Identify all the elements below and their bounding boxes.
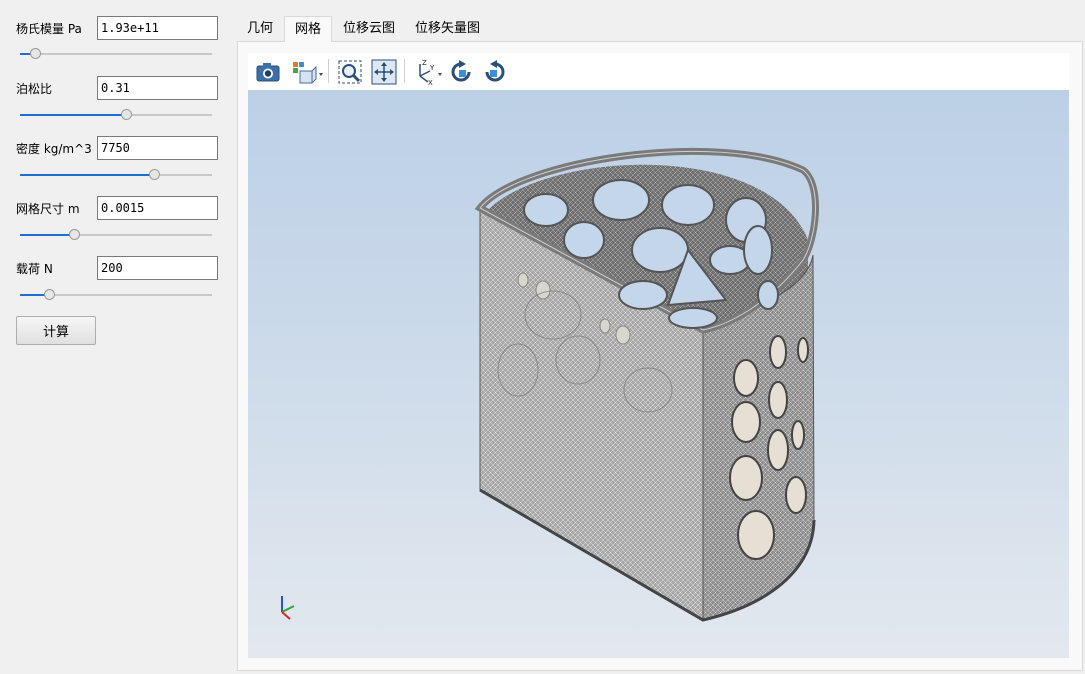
slider-handle[interactable] <box>68 229 80 240</box>
zoom-box-icon[interactable] <box>336 58 364 86</box>
viewer-toolbar: Z Y X <box>248 53 1069 90</box>
density-slider[interactable] <box>20 168 212 182</box>
svg-text:X: X <box>428 79 433 86</box>
slider-handle[interactable] <box>43 289 55 300</box>
param-row-mesh-size: 网格尺寸 m 0.0015 <box>16 196 218 222</box>
rotate-cw-icon[interactable] <box>447 58 475 86</box>
tab-displacement-vector[interactable]: 位移矢量图 <box>405 16 490 41</box>
tab-geometry[interactable]: 几何 <box>237 16 283 41</box>
density-label: 密度 kg/m^3 <box>16 142 92 156</box>
poisson-ratio-slider[interactable] <box>20 108 212 122</box>
mesh-size-label: 网格尺寸 m <box>16 202 80 216</box>
rotate-ccw-icon[interactable] <box>481 58 509 86</box>
orientation-triad-icon <box>281 596 295 620</box>
mesh-size-slider[interactable] <box>20 228 212 242</box>
3d-viewport[interactable] <box>248 90 1069 658</box>
mesh-model <box>474 147 820 622</box>
parameter-panel: 杨氏模量 Pa 1.93e+11 泊松比 0.31 密度 kg/m^3 7750… <box>0 0 232 674</box>
calculate-button[interactable]: 计算 <box>16 316 96 345</box>
load-slider[interactable] <box>20 288 212 302</box>
param-row-density: 密度 kg/m^3 7750 <box>16 136 218 162</box>
param-row-youngs-modulus: 杨氏模量 Pa 1.93e+11 <box>16 16 218 42</box>
tab-displacement-contour[interactable]: 位移云图 <box>333 16 405 41</box>
youngs-modulus-slider[interactable] <box>20 47 212 61</box>
poisson-ratio-label: 泊松比 <box>16 82 53 96</box>
camera-icon[interactable] <box>254 58 282 86</box>
slider-handle[interactable] <box>149 169 161 180</box>
poisson-ratio-input[interactable]: 0.31 <box>97 76 218 100</box>
density-input[interactable]: 7750 <box>97 136 218 160</box>
mesh-size-input[interactable]: 0.0015 <box>97 196 218 220</box>
slider-handle[interactable] <box>120 109 132 120</box>
slider-handle[interactable] <box>30 48 42 59</box>
svg-text:Y: Y <box>429 64 435 72</box>
param-row-poisson-ratio: 泊松比 0.31 <box>16 76 218 102</box>
load-label: 载荷 N <box>16 262 53 276</box>
tab-mesh[interactable]: 网格 <box>284 16 333 42</box>
param-row-load: 载荷 N 200 <box>16 256 218 282</box>
view-style-icon[interactable] <box>290 58 323 86</box>
fit-all-icon[interactable] <box>370 58 398 86</box>
youngs-modulus-input[interactable]: 1.93e+11 <box>97 16 218 40</box>
load-input[interactable]: 200 <box>97 256 218 280</box>
youngs-modulus-label: 杨氏模量 Pa <box>16 22 82 36</box>
svg-text:Z: Z <box>422 59 427 67</box>
axes-orientation-icon[interactable]: Z Y X <box>412 58 442 87</box>
